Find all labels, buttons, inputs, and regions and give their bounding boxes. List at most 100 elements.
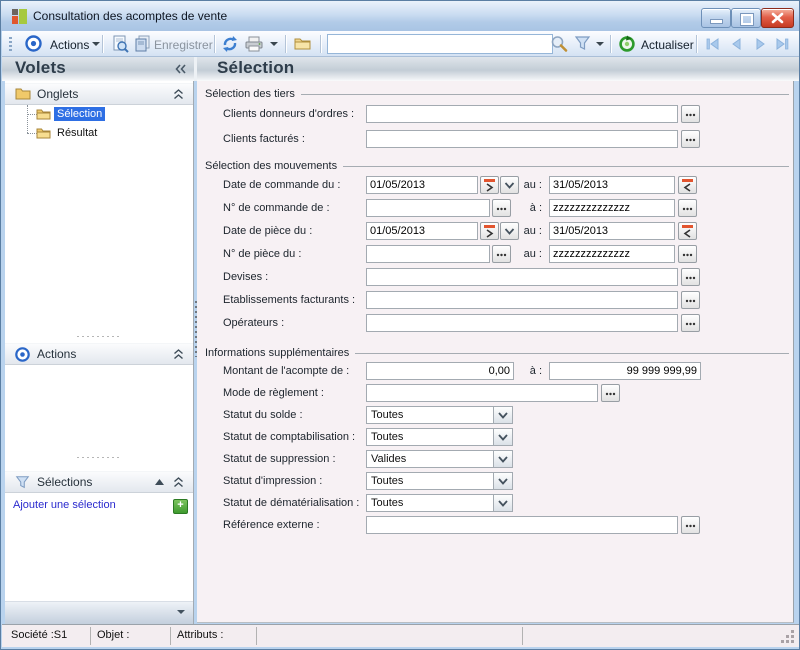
group-mouvements-legend: Sélection des mouvements (197, 159, 793, 173)
field-label: Référence externe : (223, 519, 320, 531)
devises-lookup-button[interactable] (681, 268, 700, 286)
date-commande-to-calendar-button[interactable] (678, 176, 697, 194)
actions-caret-icon[interactable] (92, 42, 100, 46)
tree-item-label[interactable]: Sélection (54, 107, 105, 121)
num-commande-to-input[interactable] (549, 199, 675, 217)
ellipsis-icon (682, 517, 699, 533)
add-selection-button[interactable]: + (173, 499, 188, 514)
splitter-handle[interactable]: ········· (5, 452, 193, 462)
actions-section-header[interactable]: Actions (5, 343, 193, 365)
nav-previous-button[interactable] (728, 36, 745, 52)
toolbar-grip[interactable] (9, 37, 12, 51)
restore-button[interactable] (731, 8, 761, 28)
main-panel-title: Sélection (217, 58, 294, 78)
statut-suppression-select[interactable]: Valides (366, 450, 513, 468)
tree-item-resultat[interactable]: Résultat (5, 125, 193, 142)
form-row: N° de commande de : à : (197, 196, 793, 219)
nav-last-button[interactable] (774, 36, 791, 52)
preview-button[interactable] (111, 35, 129, 53)
minimize-button[interactable] (701, 8, 731, 28)
select-dropdown-button[interactable] (493, 407, 512, 423)
field-label: Etablissements facturants : (223, 294, 355, 306)
chevron-down-icon (494, 473, 512, 489)
splitter-handle[interactable]: ········· (5, 331, 193, 341)
open-folder-button[interactable] (293, 35, 312, 52)
date-commande-from-input[interactable] (366, 176, 478, 194)
refresh-icon (221, 35, 239, 53)
actualiser-label[interactable]: Actualiser (641, 38, 694, 52)
field-label: Mode de règlement : (223, 387, 324, 399)
reference-externe-lookup-button[interactable] (681, 516, 700, 534)
nav-first-button[interactable] (704, 36, 721, 52)
devises-input[interactable] (366, 268, 678, 286)
filter-button[interactable] (574, 35, 591, 52)
actions-menu-label[interactable]: Actions (50, 38, 89, 52)
operateurs-input[interactable] (366, 314, 678, 332)
form-row: Référence externe : (197, 514, 793, 536)
clients-donneurs-input[interactable] (366, 105, 678, 123)
tree-item-selection[interactable]: Sélection (5, 106, 193, 123)
print-options-caret-icon[interactable] (270, 42, 278, 46)
status-bar: Société :S1 Objet : Attributs : (2, 624, 800, 647)
search-button[interactable] (550, 35, 568, 53)
collapse-section-icon[interactable] (173, 349, 184, 360)
reference-externe-input[interactable] (366, 516, 678, 534)
selections-section-header[interactable]: Sélections (5, 471, 193, 493)
save-button[interactable] (134, 35, 152, 53)
date-commande-to-input[interactable] (549, 176, 675, 194)
num-commande-from-input[interactable] (366, 199, 490, 217)
refresh-button[interactable] (221, 35, 239, 53)
num-piece-from-input[interactable] (366, 245, 490, 263)
add-selection-link[interactable]: Ajouter une sélection (13, 499, 116, 511)
montant-to-input[interactable] (549, 362, 701, 380)
tree-item-label[interactable]: Résultat (54, 126, 100, 140)
statut-solde-select[interactable]: Toutes (366, 406, 513, 424)
save-button-label[interactable]: Enregistrer (154, 38, 213, 52)
nav-next-button[interactable] (752, 36, 769, 52)
statut-impression-select[interactable]: Toutes (366, 472, 513, 490)
select-dropdown-button[interactable] (493, 473, 512, 489)
select-dropdown-button[interactable] (493, 429, 512, 445)
onglets-section-header[interactable]: Onglets (5, 83, 193, 105)
actions-menu-button[interactable] (25, 35, 42, 52)
mode-reglement-lookup-button[interactable] (601, 384, 620, 402)
operateurs-lookup-button[interactable] (681, 314, 700, 332)
date-piece-to-calendar-button[interactable] (678, 222, 697, 240)
date-piece-to-input[interactable] (549, 222, 675, 240)
field-label: Clients donneurs d'ordres : (223, 108, 354, 120)
panel-options-caret-icon[interactable] (177, 610, 185, 614)
print-button[interactable] (244, 35, 264, 53)
field-label: Date de commande du : (223, 179, 340, 191)
search-input[interactable] (327, 34, 553, 54)
num-piece-to-input[interactable] (549, 245, 675, 263)
etablissements-lookup-button[interactable] (681, 291, 700, 309)
resize-grip[interactable] (791, 640, 794, 643)
collapse-section-icon[interactable] (173, 89, 184, 100)
form-row: Etablissements facturants : (197, 288, 793, 311)
clients-factures-lookup-button[interactable] (681, 130, 700, 148)
clients-factures-input[interactable] (366, 130, 678, 148)
select-dropdown-button[interactable] (493, 495, 512, 511)
date-piece-from-input[interactable] (366, 222, 478, 240)
collapse-section-icon[interactable] (173, 477, 184, 488)
form-row: Statut de dématérialisation : Toutes (197, 492, 793, 514)
actualiser-button[interactable] (618, 35, 636, 53)
panel-divider[interactable] (194, 57, 197, 81)
collapse-panel-button[interactable] (174, 63, 187, 75)
statut-comptabilisation-select[interactable]: Toutes (366, 428, 513, 446)
status-empty-cell (257, 627, 523, 645)
num-piece-to-lookup-button[interactable] (678, 245, 697, 263)
funnel-icon (15, 475, 30, 490)
close-button[interactable] (761, 8, 794, 28)
etablissements-input[interactable] (366, 291, 678, 309)
panel-bottom-bar[interactable] (5, 601, 193, 624)
statut-dematerialisation-select[interactable]: Toutes (366, 494, 513, 512)
filter-options-caret-icon[interactable] (596, 42, 604, 46)
num-commande-to-lookup-button[interactable] (678, 199, 697, 217)
select-dropdown-button[interactable] (493, 451, 512, 467)
clients-donneurs-lookup-button[interactable] (681, 105, 700, 123)
mode-reglement-input[interactable] (366, 384, 598, 402)
sort-up-icon[interactable] (155, 479, 164, 486)
selections-section-label: Sélections (37, 475, 92, 489)
folder-icon (36, 127, 51, 139)
